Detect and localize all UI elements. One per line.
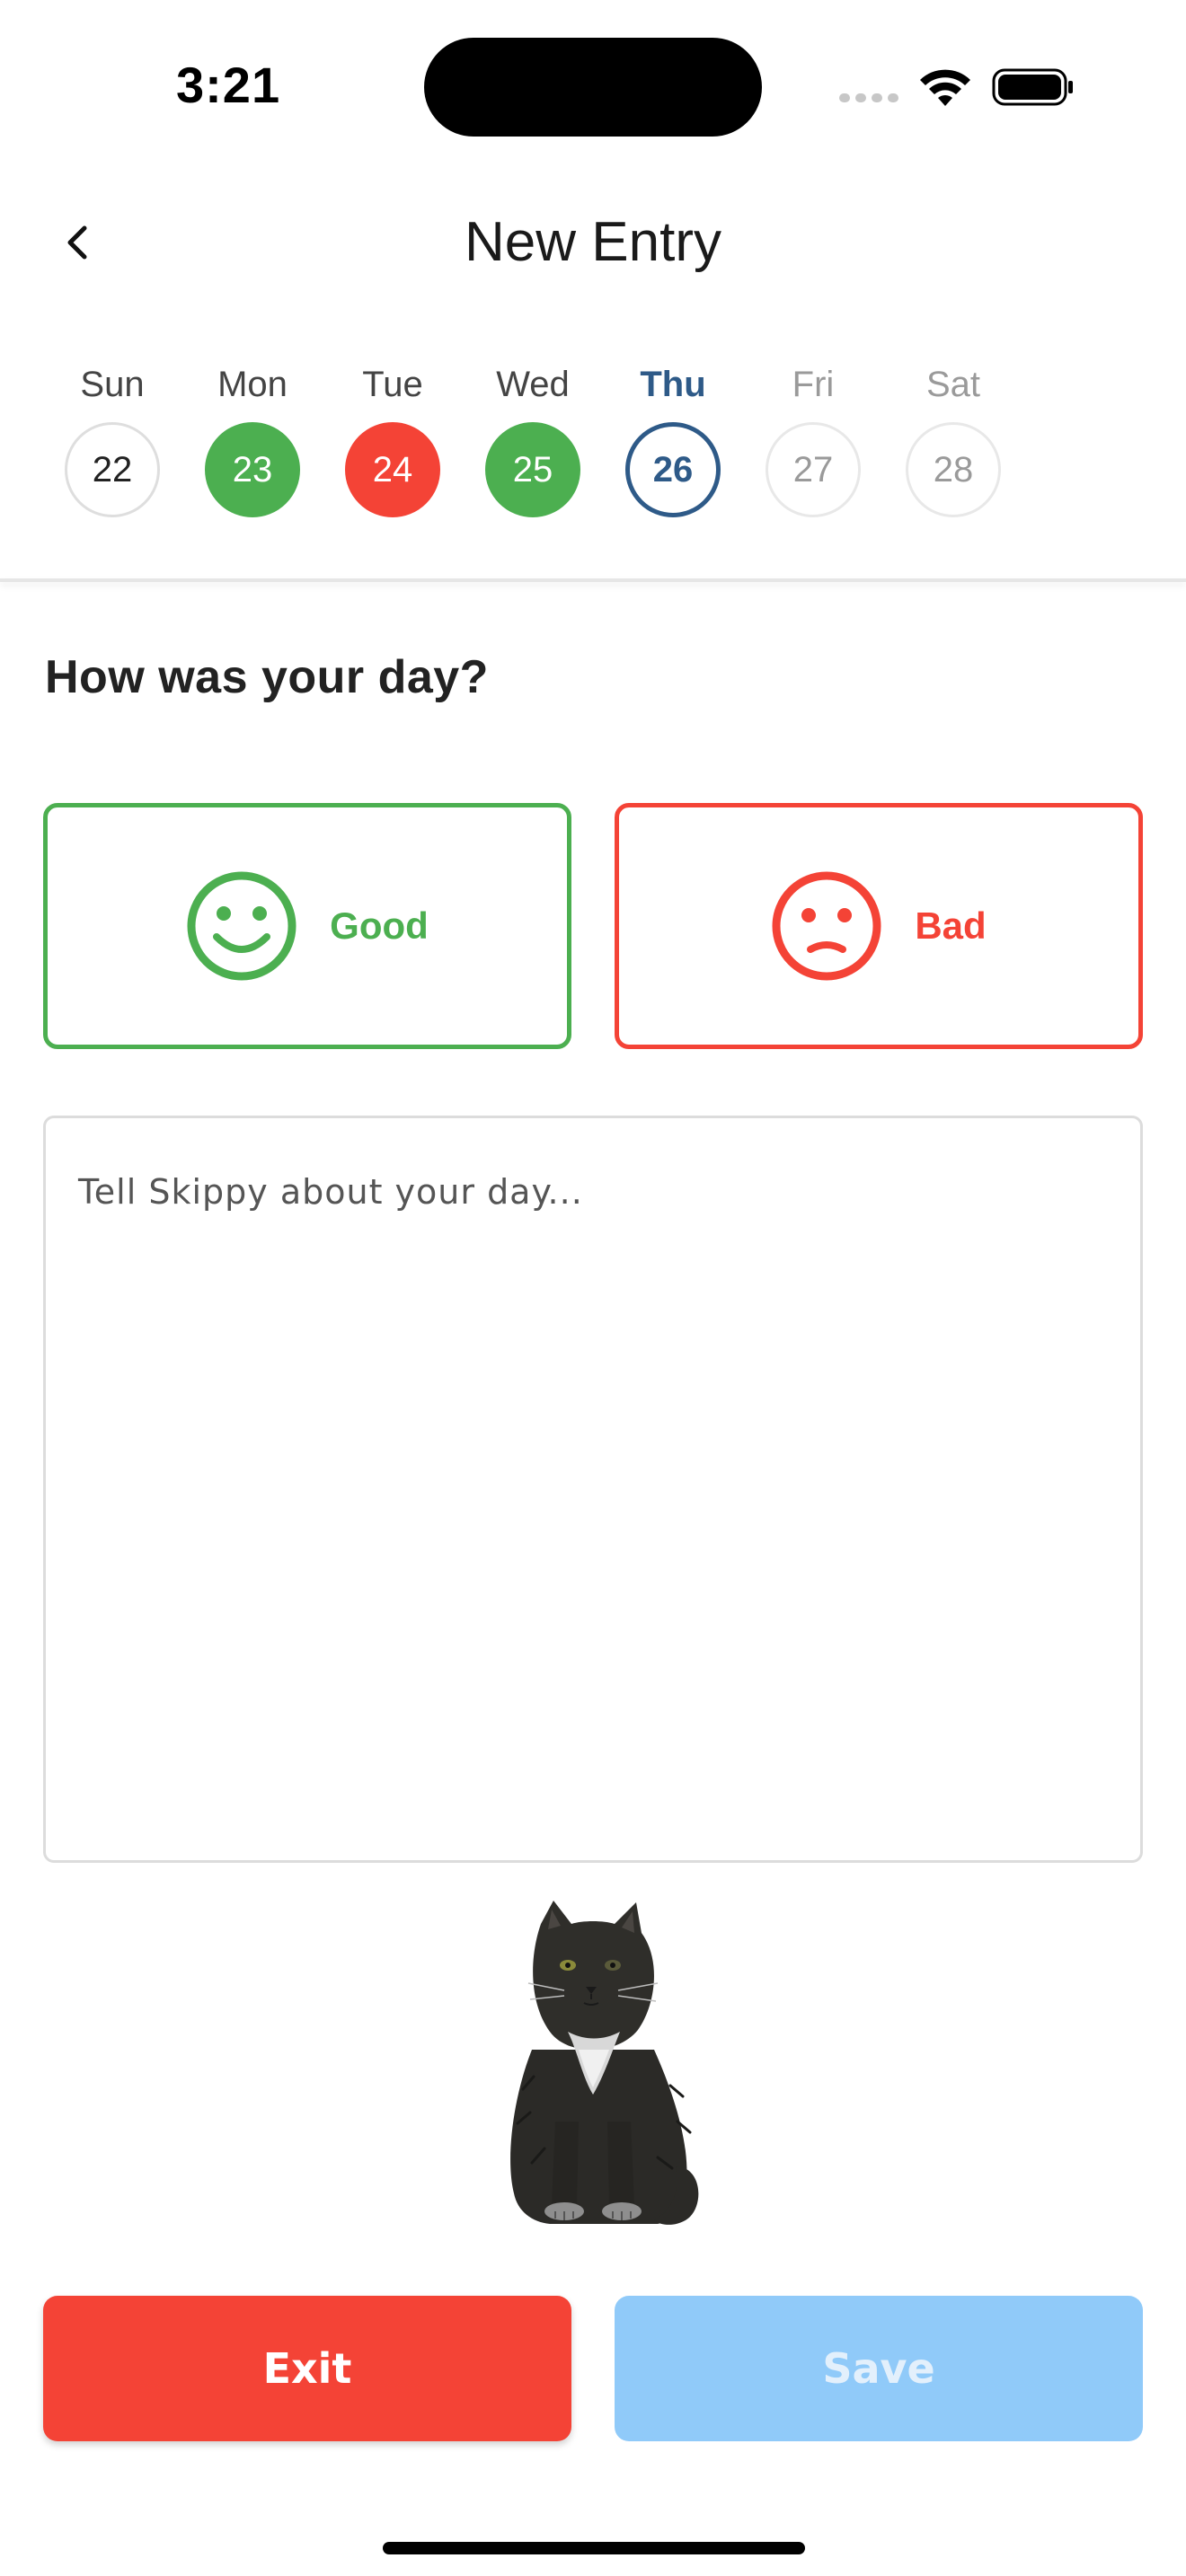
- wifi-icon: [920, 69, 970, 106]
- sad-face-icon: [772, 871, 881, 981]
- day-name: Wed: [496, 365, 570, 404]
- day-fri[interactable]: Fri 27: [764, 359, 863, 517]
- good-label: Good: [330, 904, 429, 947]
- status-bar: 3:21: [0, 0, 1186, 171]
- header-divider: [0, 578, 1186, 582]
- day-thu[interactable]: Thu 26: [624, 359, 722, 517]
- day-name: Fri: [792, 365, 835, 404]
- day-date: 28: [906, 422, 1001, 517]
- day-name: Thu: [640, 365, 706, 404]
- mood-question: How was your day?: [45, 651, 489, 703]
- cellular-signal-icon: [839, 93, 898, 102]
- entry-text-container: [43, 1116, 1143, 1863]
- day-name: Mon: [217, 365, 288, 404]
- day-tue[interactable]: Tue 24: [343, 359, 442, 517]
- day-date: 27: [766, 422, 861, 517]
- good-mood-button[interactable]: Good: [43, 803, 571, 1049]
- page-title: New Entry: [465, 211, 721, 273]
- day-date: 26: [625, 422, 721, 517]
- day-name: Sun: [80, 365, 145, 404]
- status-time: 3:21: [176, 57, 281, 113]
- exit-button[interactable]: Exit: [43, 2296, 571, 2441]
- bad-label: Bad: [915, 904, 987, 947]
- day-sat[interactable]: Sat 28: [904, 359, 1003, 517]
- cat-mascot-illustration: [510, 1901, 699, 2225]
- day-mon[interactable]: Mon 23: [203, 359, 302, 517]
- save-button[interactable]: Save: [615, 2296, 1143, 2441]
- day-date: 25: [485, 422, 580, 517]
- header: New Entry: [0, 171, 1186, 314]
- day-name: Sat: [925, 365, 981, 404]
- battery-icon: [992, 68, 1073, 106]
- dynamic-island: [424, 38, 762, 137]
- day-name: Tue: [362, 365, 423, 404]
- smiley-face-icon: [187, 871, 296, 981]
- day-wed[interactable]: Wed 25: [483, 359, 582, 517]
- bad-mood-button[interactable]: Bad: [615, 803, 1143, 1049]
- home-indicator[interactable]: [383, 2542, 805, 2554]
- day-date: 22: [65, 422, 160, 517]
- day-date: 23: [205, 422, 300, 517]
- entry-textarea[interactable]: [46, 1118, 1140, 1860]
- week-selector: Sun 22 Mon 23 Tue 24 Wed 25 Thu 26 Fri 2…: [0, 359, 1186, 580]
- day-sun[interactable]: Sun 22: [63, 359, 162, 517]
- day-date: 24: [345, 422, 440, 517]
